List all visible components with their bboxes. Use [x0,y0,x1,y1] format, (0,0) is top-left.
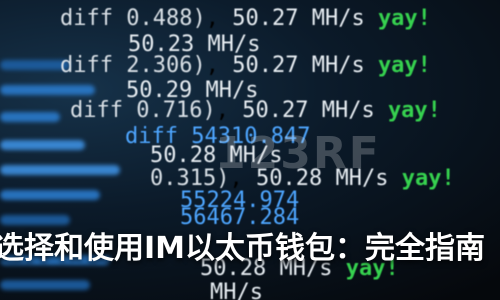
terminal-line: diff 0.716), 50.27 MH/s yay! [70,98,441,123]
terminal-line: diff 2.306), 50.27 MH/s yay! [60,53,431,78]
terminal-photo: diff 0.488), 50.27 MH/s yay! 50.23 MH/s … [0,0,500,300]
blur-dash [0,112,60,122]
diff-prefix: diff [60,53,113,78]
diff-value: 0.488) [126,6,206,31]
hash-unit: MH/s [311,6,365,31]
terminal-line: MH/s [210,282,263,300]
status-yay: yay! [387,98,441,123]
watermark: 123RF [215,128,381,179]
blur-dash [0,140,85,150]
blur-dash [0,85,95,95]
banner-title: 选择和使用IM以太币钱包：完全指南 [0,231,486,266]
status-yay: yay! [377,53,431,78]
hash-rate: 50.27 [242,98,309,123]
diff-value: 0.716) [136,98,216,123]
hash-unit: MH/s [321,98,375,123]
hash-unit: MH/s [210,280,263,300]
blur-dash [0,280,90,290]
status-yay: yay! [401,166,455,191]
terminal-line: diff 0.488), 50.27 MH/s yay! [60,6,431,31]
hash-unit: MH/s [311,53,365,78]
hash-rate: 50.27 [232,6,299,31]
blur-dash [0,165,120,175]
status-yay: yay! [377,6,431,31]
hash-rate: 50.28 [150,143,217,168]
diff-value: 2.306) [126,53,206,78]
hash-rate: 50.27 [232,53,299,78]
diff-prefix: diff [70,98,123,123]
blur-dash [0,190,100,200]
diff-prefix: diff [60,6,113,31]
